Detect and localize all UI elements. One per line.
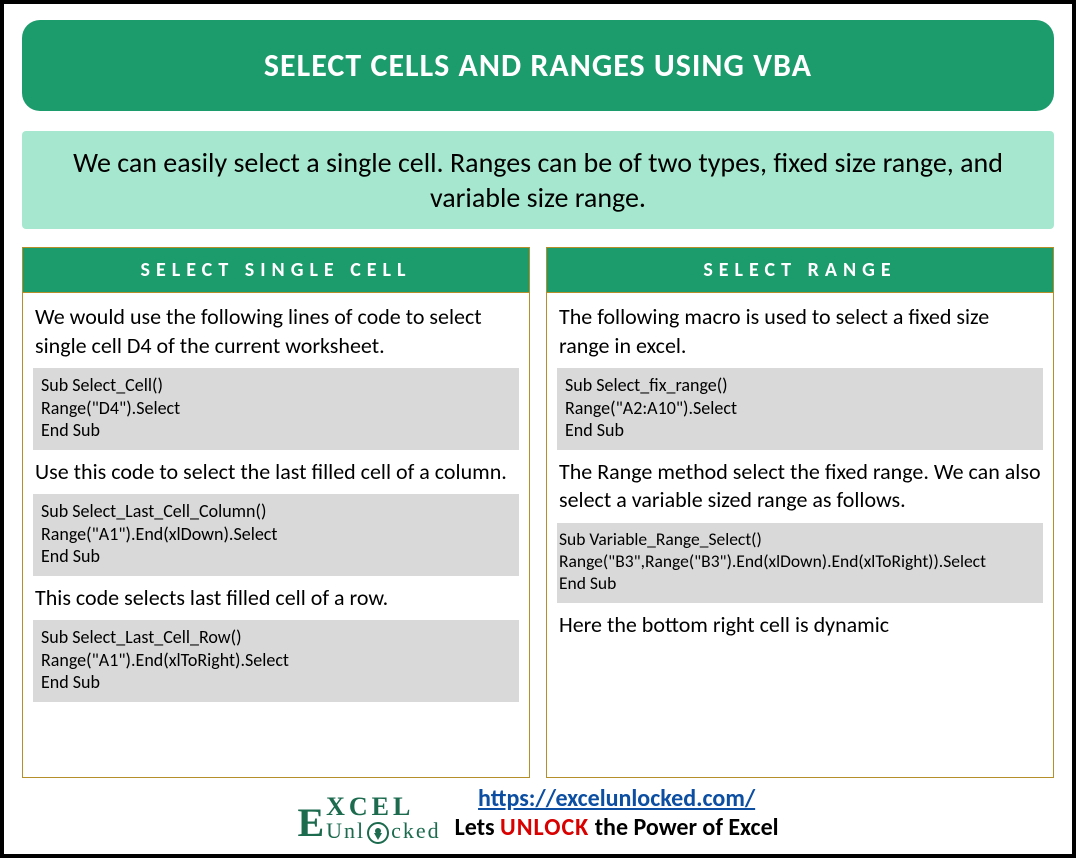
column-select-range: SELECT RANGE The following macro is used…: [546, 247, 1054, 778]
column-body-range: The following macro is used to select a …: [547, 293, 1053, 647]
footer: E XCEL Unl cked https://excelunlocked.co…: [22, 784, 1054, 844]
column-select-single-cell: SELECT SINGLE CELL We would use the foll…: [22, 247, 530, 778]
excel-unlocked-logo: E XCEL Unl cked: [297, 795, 440, 842]
footer-tagline: Lets UNLOCK the Power of Excel: [455, 813, 779, 842]
footer-text: https://excelunlocked.com/ Lets UNLOCK t…: [455, 784, 779, 842]
single-cell-last-row-text: This code selects last filled cell of a …: [33, 584, 519, 613]
range-variable-intro: The Range method select the fixed range.…: [557, 458, 1043, 515]
range-fixed-intro: The following macro is used to select a …: [557, 303, 1043, 360]
columns-container: SELECT SINGLE CELL We would use the foll…: [22, 247, 1054, 778]
page-subtitle: We can easily select a single cell. Rang…: [22, 131, 1054, 229]
range-dynamic-note: Here the bottom right cell is dynamic: [557, 611, 1043, 640]
page-title: SELECT CELLS AND RANGES USING VBA: [22, 20, 1054, 111]
tagline-pre: Lets: [455, 813, 500, 842]
logo-bottom-pre: Unl: [326, 821, 365, 842]
code-variable-range: Sub Variable_Range_Select() Range("B3",R…: [557, 523, 1043, 603]
column-body-single-cell: We would use the following lines of code…: [23, 293, 529, 710]
logo-bottom-post: cked: [391, 821, 441, 842]
tagline-unlock: UNLOCK: [500, 813, 589, 842]
single-cell-last-column-text: Use this code to select the last filled …: [33, 458, 519, 487]
keyhole-icon: [367, 822, 389, 844]
logo-bottom-text: Unl cked: [326, 820, 441, 842]
logo-top-text: XCEL: [326, 795, 414, 820]
code-select-cell: Sub Select_Cell() Range("D4").Select End…: [33, 368, 519, 450]
code-fixed-range: Sub Select_fix_range() Range("A2:A10").S…: [557, 368, 1043, 450]
code-last-cell-column: Sub Select_Last_Cell_Column() Range("A1"…: [33, 494, 519, 576]
logo-letter-e: E: [297, 804, 326, 842]
column-header-range: SELECT RANGE: [547, 248, 1053, 293]
single-cell-intro: We would use the following lines of code…: [33, 303, 519, 360]
footer-url-link[interactable]: https://excelunlocked.com/: [478, 784, 755, 813]
code-last-cell-row: Sub Select_Last_Cell_Row() Range("A1").E…: [33, 620, 519, 702]
column-header-single-cell: SELECT SINGLE CELL: [23, 248, 529, 293]
tagline-post: the Power of Excel: [589, 813, 778, 842]
